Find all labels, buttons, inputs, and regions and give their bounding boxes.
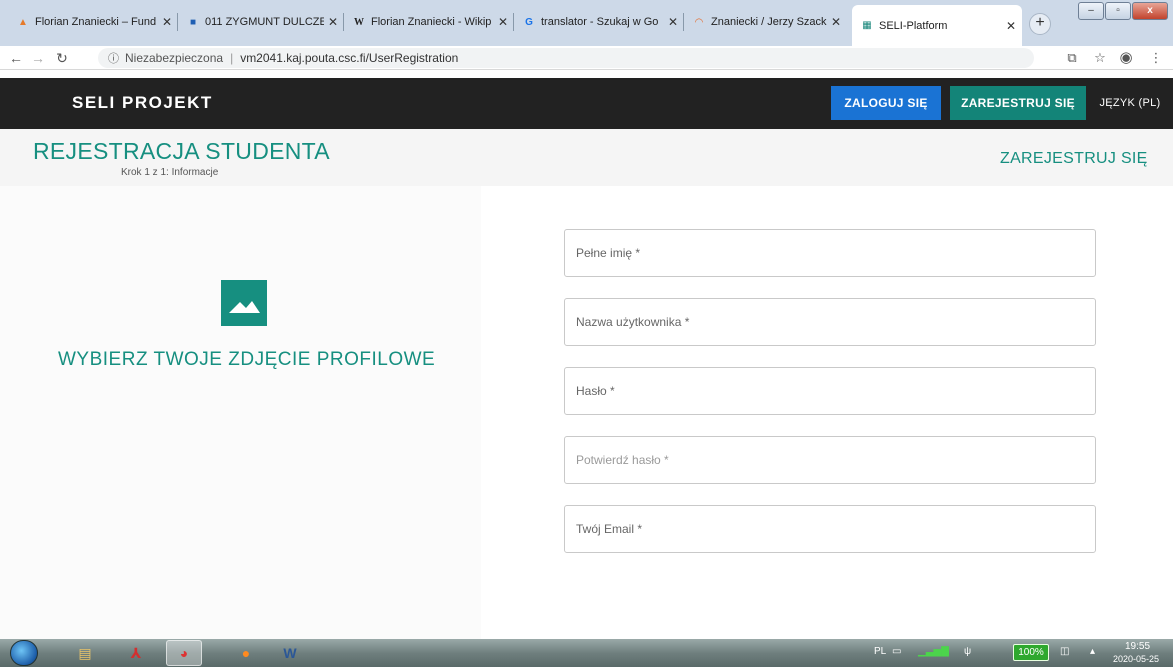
tray-expand-icon[interactable]: ▴: [1090, 646, 1095, 657]
browser-tab[interactable]: ■ 011 ZYGMUNT DULCZEW ✕: [178, 5, 344, 39]
menu-dots-icon[interactable]: ⋮: [1147, 49, 1165, 67]
step-indicator: Krok 1 z 1: Informacje: [121, 167, 219, 178]
tab-title: Znaniecki / Jerzy Szacki: [711, 16, 827, 28]
confirm-password-field[interactable]: [564, 436, 1096, 484]
acrobat-icon[interactable]: ⅄: [118, 640, 154, 666]
back-arrow-icon[interactable]: ←: [6, 48, 26, 68]
profile-icon[interactable]: ◉: [1117, 49, 1135, 67]
full-name-input[interactable]: [565, 230, 1095, 276]
close-tab-icon[interactable]: ✕: [162, 15, 172, 29]
blogger-icon: ▲: [18, 16, 28, 28]
login-button[interactable]: ZALOGUJ SIĘ: [831, 86, 941, 120]
reload-icon[interactable]: ↻: [52, 48, 72, 68]
keyboard-icon[interactable]: ▭: [892, 646, 901, 657]
confirm-password-input[interactable]: [565, 437, 1095, 483]
browser-tab[interactable]: ◠ Znaniecki / Jerzy Szacki ✕: [684, 5, 847, 39]
email-input[interactable]: [565, 506, 1095, 552]
choose-profile-photo-label[interactable]: WYBIERZ TWOJE ZDJĘCIE PROFILOWE: [58, 349, 435, 371]
close-tab-icon[interactable]: ✕: [1006, 19, 1016, 33]
close-tab-icon[interactable]: ✕: [498, 15, 508, 29]
browser-tab[interactable]: ▲ Florian Znaniecki – Fund ✕: [8, 5, 178, 39]
language-indicator[interactable]: PL: [874, 646, 886, 657]
browser-toolbar: ← → ↻ ⓘ Niezabezpieczona | vm2041.kaj.po…: [0, 46, 1173, 70]
tab-title: 011 ZYGMUNT DULCZEW: [205, 16, 324, 28]
word-icon[interactable]: W: [272, 640, 308, 666]
address-bar[interactable]: ⓘ Niezabezpieczona | vm2041.kaj.pouta.cs…: [98, 48, 1034, 68]
page-title: REJESTRACJA STUDENTA: [33, 138, 330, 164]
file-explorer-icon[interactable]: ▤: [67, 640, 103, 666]
close-window-button[interactable]: x: [1132, 2, 1168, 20]
close-tab-icon[interactable]: ✕: [328, 15, 338, 29]
wikipedia-icon: W: [354, 16, 364, 28]
register-link[interactable]: ZAREJESTRUJ SIĘ: [1000, 150, 1148, 168]
password-input[interactable]: [565, 368, 1095, 414]
url-text[interactable]: vm2041.kaj.pouta.csc.fi/UserRegistration: [240, 51, 458, 65]
wireless-icon[interactable]: ψ: [964, 646, 971, 657]
brand-logo[interactable]: SELI PROJEKT: [72, 93, 213, 113]
address-divider: |: [230, 51, 234, 65]
network-signal-icon[interactable]: ▁▃▅▇: [918, 646, 949, 657]
tab-title: Florian Znaniecki – Fund: [35, 16, 157, 28]
image-icon[interactable]: [221, 280, 267, 326]
start-button[interactable]: [10, 640, 38, 666]
browser-tab[interactable]: G translator - Szukaj w Go ✕: [514, 5, 684, 39]
browser-tab-active[interactable]: ▦ SELI-Platform ✕: [852, 5, 1022, 46]
username-input[interactable]: [565, 299, 1095, 345]
full-name-field[interactable]: [564, 229, 1096, 277]
new-tab-button[interactable]: +: [1029, 13, 1051, 35]
info-icon[interactable]: ⓘ: [108, 50, 119, 66]
firefox-icon[interactable]: ●: [228, 640, 264, 666]
forward-arrow-icon[interactable]: →: [28, 48, 48, 68]
tab-title: translator - Szukaj w Go: [541, 16, 659, 28]
browser-tab-strip: ▲ Florian Znaniecki – Fund ✕ ■ 011 ZYGMU…: [0, 0, 1173, 46]
translate-icon[interactable]: ⧉: [1063, 49, 1081, 67]
language-button[interactable]: JĘZYK (PL): [1098, 86, 1162, 120]
security-status: Niezabezpieczona: [125, 51, 224, 65]
close-tab-icon[interactable]: ✕: [668, 15, 678, 29]
clock-time[interactable]: 19:55: [1125, 641, 1150, 652]
minimize-button[interactable]: –: [1078, 2, 1104, 20]
battery-indicator[interactable]: 100%: [1013, 644, 1049, 661]
username-field[interactable]: [564, 298, 1096, 346]
chrome-icon[interactable]: ◕: [166, 640, 202, 666]
browser-tab[interactable]: W Florian Znaniecki - Wikip ✕: [344, 5, 514, 39]
tab-title: SELI-Platform: [879, 19, 948, 32]
profile-photo-panel[interactable]: [0, 186, 481, 639]
password-field[interactable]: [564, 367, 1096, 415]
google-icon: G: [525, 16, 533, 28]
arc-icon: ◠: [695, 16, 703, 28]
os-taskbar: ▤ ⅄ ◕ ● W PL ▭ ▁▃▅▇ ψ 100% ◫ ▴ 19:55 202…: [0, 639, 1173, 667]
puzzle-icon: ■: [189, 16, 197, 28]
grid-icon: ▦: [862, 20, 872, 31]
register-button[interactable]: ZAREJESTRUJ SIĘ: [950, 86, 1086, 120]
display-icon[interactable]: ◫: [1060, 646, 1069, 657]
close-tab-icon[interactable]: ✕: [831, 15, 841, 29]
bookmark-star-icon[interactable]: ☆: [1091, 49, 1109, 67]
tab-title: Florian Znaniecki - Wikip: [371, 16, 492, 28]
maximize-button[interactable]: ▫: [1105, 2, 1131, 20]
email-field[interactable]: [564, 505, 1096, 553]
clock-date[interactable]: 2020-05-25: [1113, 654, 1159, 664]
